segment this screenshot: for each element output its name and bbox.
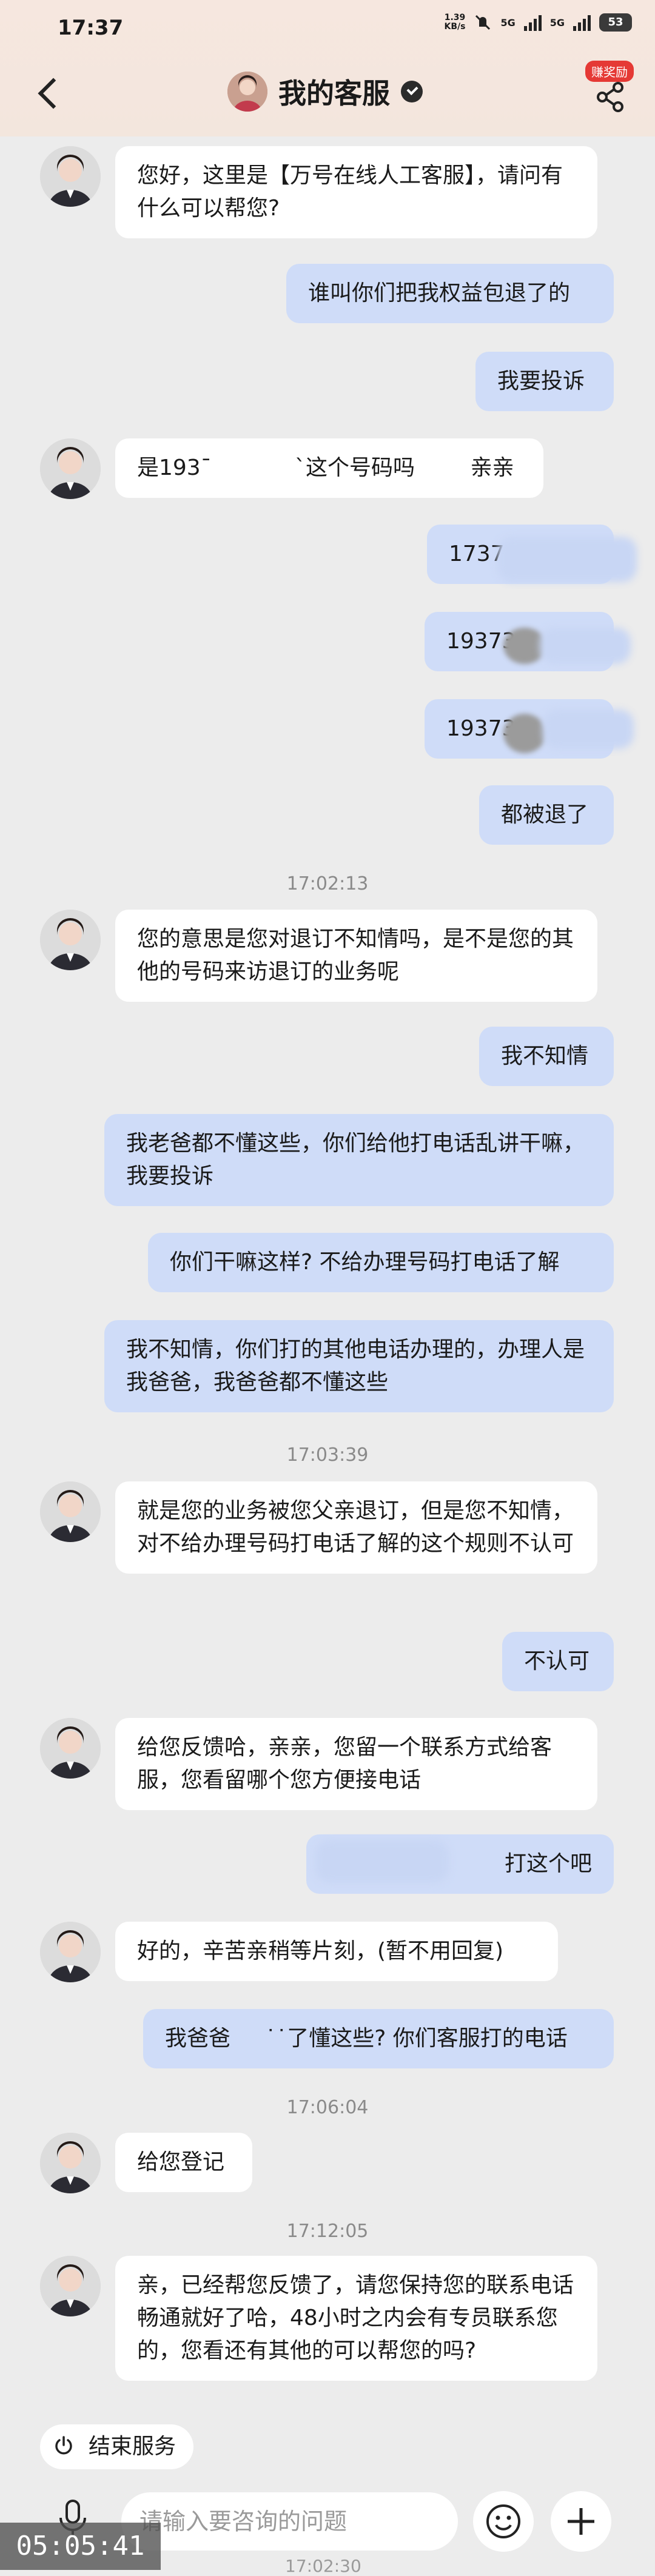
message-bubble: 我爸爸 ˙˙了懂这些? 你们客服打的电话 [143,2009,614,2068]
message-bubble: 是193ˉ `这个号码吗 亲亲 [115,438,543,498]
message-bubble: 亲，已经帮您反馈了，请您保持您的联系电话畅通就好了哈，48小时之内会有专员联系您… [115,2256,597,2381]
agent-avatar[interactable] [40,1922,101,1982]
message-bubble: 你们干嘛这样? 不给办理号码打电话了解 [148,1233,614,1292]
chat-header: 我的客服 赚奖励 [0,61,655,127]
power-icon [55,2436,72,2455]
status-time: 17:37 [58,16,124,40]
end-service-label: 结束服务 [89,2434,176,2459]
agent-avatar[interactable] [40,438,101,499]
message-bubble: 您好，这里是【万号在线人工客服】，请问有什么可以帮您? [115,146,597,238]
top-bar: 17:37 1.39 KB/s 5G 5G 53 我的客服 赚奖励 [0,0,655,136]
agent-avatar[interactable] [40,146,101,207]
smiley-icon [486,2504,520,2538]
end-service-button[interactable]: 结束服务 [40,2424,193,2469]
message-bubble: 给您反馈哈，亲亲，您留一个联系方式给客服，您看留哪个您方便接电话 [115,1718,597,1810]
redaction-blur [315,1840,449,1883]
status-icons: 1.39 KB/s 5G 5G 53 [445,13,632,32]
back-arrow-icon[interactable] [38,78,69,109]
redaction-blur [543,709,634,749]
signal-2-label: 5G [549,16,565,29]
chat-title-group[interactable]: 我的客服 [227,72,423,112]
message-bubble: 都被退了 [479,785,614,845]
plus-icon [568,2508,594,2535]
agent-avatar[interactable] [40,910,101,970]
timestamp-partial: 17:02:30 [285,2556,361,2576]
status-bar: 17:37 1.39 KB/s 5G 5G 53 [0,13,655,44]
more-actions-button[interactable] [551,2491,611,2552]
agent-avatar[interactable] [40,2256,101,2316]
agent-avatar[interactable] [40,2133,101,2193]
message-bubble: 好的，辛苦亲稍等片刻，(暂不用回复) [115,1922,558,1981]
message-bubble: 不认可 [502,1632,614,1691]
chat-title: 我的客服 [278,77,390,110]
network-speed-unit: KB/s [444,22,466,32]
recording-time-overlay: 05:05:41 [0,2523,161,2570]
timestamp: 17:06:04 [286,2097,369,2118]
message-bubble: 谁叫你们把我权益包退了的 [286,264,614,323]
timestamp: 17:12:05 [286,2221,369,2242]
message-bubble: 我不知情 [479,1027,614,1086]
message-bubble: 我要投诉 [475,352,614,411]
signal-1-label: 5G [500,16,516,29]
chat-area[interactable]: 您好，这里是【万号在线人工客服】，请问有什么可以帮您? 谁叫你们把我权益包退了的… [0,136,655,2459]
message-bubble: 我老爸都不懂这些，你们给他打电话乱讲干嘛，我要投诉 [104,1114,614,1206]
battery-icon: 53 [599,13,632,32]
redaction-blur [497,537,637,582]
verified-check-icon [401,81,423,102]
message-bubble: 我不知情，你们打的其他电话办理的，办理人是我爸爸，我爸爸都不懂这些 [104,1320,614,1412]
emoji-button[interactable] [473,2491,534,2552]
message-bubble: 给您登记 [115,2133,252,2192]
mute-icon [475,15,491,30]
agent-avatar[interactable] [40,1718,101,1779]
message-bubble: 您的意思是您对退订不知情吗，是不是您的其他的号码来访退订的业务呢 [115,910,597,1002]
agent-avatar [227,72,267,112]
message-input[interactable]: 请输入要咨询的问题 [121,2492,458,2551]
signal-2-icon [573,14,591,31]
redaction-blur [503,714,546,753]
agent-avatar[interactable] [40,1481,101,1542]
redaction-blur [540,628,631,664]
share-icon[interactable] [594,80,628,114]
network-speed-value: 1.39 [444,13,466,22]
timestamp: 17:02:13 [286,873,369,894]
signal-1-icon [523,14,542,31]
network-speed: 1.39 KB/s [445,13,466,32]
message-bubble: 就是您的业务被您父亲退订，但是您不知情，对不给办理号码打电话了解的这个规则不认可 [115,1481,597,1574]
timestamp: 17:03:39 [286,1444,369,1466]
reward-badge[interactable]: 赚奖励 [585,61,634,82]
